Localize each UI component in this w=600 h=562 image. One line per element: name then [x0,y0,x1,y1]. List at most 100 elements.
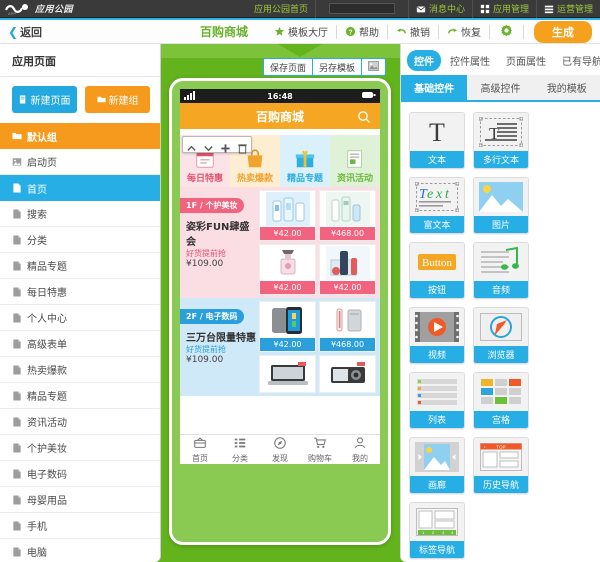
preview-button[interactable] [361,58,386,76]
sidebar-item-label: 精品专题 [27,392,67,403]
floor-section-0[interactable]: 1F / 个护美妆 姿彩FUN肆盛会 好货提前抢 ¥109.00 ¥42.00 ¥468.… [180,187,380,298]
nav-search-wrap[interactable] [314,0,408,18]
plus-icon[interactable] [220,139,231,153]
nav-operation-management[interactable]: 运营管理 [535,0,600,18]
widget-card-video[interactable]: 视频 [409,307,465,364]
trash-icon[interactable] [237,139,248,154]
redo-button[interactable]: 恢复 [439,24,490,39]
gallery-icon [410,438,464,476]
nav-app-management-label: 应用管理 [492,5,529,15]
tabbar-item-4[interactable]: 我的 [340,436,380,464]
widget-label: 历史导航 [474,476,528,493]
product-card[interactable]: ¥468.00 [319,301,376,352]
generate-button[interactable]: 生成 [534,20,592,43]
undo-button[interactable]: 撤销 [388,24,439,39]
product-card[interactable]: ¥42.00 [259,190,316,241]
search-icon[interactable] [357,109,371,128]
panel-tab-1[interactable]: 控件属性 [443,50,497,71]
tabbar-item-2[interactable]: 发现 [260,436,300,464]
widget-card-multiline-text[interactable]: T 多行文本 [473,112,529,169]
list-icon [544,4,554,14]
sidebar-item-page-14[interactable]: 母婴用品 [0,487,160,513]
sidebar-item-label: 个人中心 [27,314,67,325]
brand-logo-group[interactable]: APP 应用公园 [0,2,73,16]
sidebar-item-page-3[interactable]: 搜索 [0,201,160,227]
nav-message-center[interactable]: 消息中心 [407,0,472,18]
product-image [260,191,315,227]
product-card[interactable] [319,355,376,393]
sidebar-item-group-0[interactable]: 默认组 [0,123,160,149]
sidebar-item-page-13[interactable]: 电子数码 [0,461,160,487]
brand-name: 应用公园 [35,5,74,15]
panel-tab-3[interactable]: 已有导航 [555,50,600,71]
panel-tab-2[interactable]: 页面属性 [499,50,553,71]
template-hall-button[interactable]: 模板大厅 [266,24,337,39]
widget-card-text[interactable]: T 文本 [409,112,465,169]
sidebar-item-page-4[interactable]: 分类 [0,227,160,253]
floor-subtitle: 好货提前抢 [186,249,226,258]
save-as-template-button[interactable]: 另存模板 [311,58,362,76]
widget-card-grid[interactable]: 宫格 [473,372,529,429]
category-cell-3[interactable]: 资讯活动 [330,135,380,187]
widget-card-rich-text[interactable]: Te x t 富文本 [409,177,465,234]
product-card[interactable]: ¥42.00 [259,301,316,352]
sidebar-item-page-12[interactable]: 个护美妆 [0,435,160,461]
category-label: 资讯活动 [336,174,373,184]
chevron-up-icon[interactable] [186,139,197,151]
floor-price: ¥109.00 [186,259,224,269]
settings-button[interactable] [490,24,524,39]
product-card[interactable]: ¥468.00 [319,190,376,241]
product-card[interactable]: ¥42.00 [259,244,316,295]
tabbar-item-3[interactable]: 购物车 [300,436,340,464]
page-plus-icon [19,95,28,104]
chevron-down-icon[interactable] [203,139,214,152]
sidebar-item-page-15[interactable]: 手机 [0,513,160,539]
global-search-input[interactable] [328,3,395,14]
sidebar-item-page-6[interactable]: 每日特惠 [0,279,160,305]
tabbar-label: 分类 [232,453,248,463]
widget-card-history-nav[interactable]: TOP ‹ 历史导航 [473,437,529,494]
widget-card-gallery[interactable]: 画廊 [409,437,465,494]
history-nav-icon: TOP ‹ [474,438,528,476]
widget-card-image[interactable]: 图片 [473,177,529,234]
category-grid-widget[interactable]: 每日特惠 热卖爆款 精品专题 资讯活动 [180,135,380,187]
sidebar-item-page-7[interactable]: 个人中心 [0,305,160,331]
sidebar-item-page-8[interactable]: 高级表单 [0,331,160,357]
nav-app-management[interactable]: 应用管理 [471,0,536,18]
nav-home[interactable]: 应用公园首页 [247,0,315,18]
widget-card-browser[interactable]: 浏览器 [473,307,529,364]
tabbar-item-1[interactable]: 分类 [220,436,260,464]
new-group-button[interactable]: 新建组 [85,86,150,113]
tabbar-item-0[interactable]: 首页 [180,436,220,464]
category-cell-2[interactable]: 精品专题 [280,135,330,187]
widget-grid: T 文本 T 多行文本 Te x t 富文本 图片 Button 按钮 音频 视频 浏览器 列表 宫格 画廊 TO… [401,102,600,562]
sidebar-item-page-11[interactable]: 资讯活动 [0,409,160,435]
new-page-button[interactable]: 新建页面 [12,86,77,113]
sidebar-item-page-9[interactable]: 热卖爆款 [0,357,160,383]
back-button[interactable]: ❮ 返回 [8,24,42,40]
redo-icon [447,26,458,37]
sidebar-item-page-2[interactable]: 首页 [0,175,160,201]
tabbar-label: 发现 [272,453,288,463]
widget-card-button[interactable]: Button 按钮 [409,242,465,299]
sidebar-item-page-10[interactable]: 精品专题 [0,383,160,409]
panel-subtab-1[interactable]: 高级控件 [467,75,534,100]
floor-section-1[interactable]: 2F / 电子数码 三万台限量特惠 好货提前抢 ¥109.00 ¥42.00 ¥468.0… [180,298,380,396]
panel-subtab-0[interactable]: 基础控件 [401,75,468,100]
save-page-button[interactable]: 保存页面 [262,58,313,76]
help-button[interactable]: ? 帮助 [337,24,388,39]
user-icon [353,436,367,452]
panel-tab-0[interactable]: 控件 [407,50,441,71]
product-card[interactable]: ¥42.00 [319,244,376,295]
panel-subtab-2[interactable]: 我的模板 [533,75,600,100]
sidebar-item-label: 电脑 [27,548,47,559]
sidebar-item-page-5[interactable]: 精品专题 [0,253,160,279]
page-icon [12,312,22,323]
image-icon [474,178,528,216]
widget-card-audio[interactable]: 音频 [473,242,529,299]
sidebar-item-page-16[interactable]: 电脑 [0,539,160,562]
widget-card-tab-nav[interactable]: 1 2 3 4 标签导航 [409,502,465,559]
sidebar-item-page-1[interactable]: 启动页 [0,149,160,175]
product-card[interactable] [259,355,316,393]
widget-card-list[interactable]: 列表 [409,372,465,429]
